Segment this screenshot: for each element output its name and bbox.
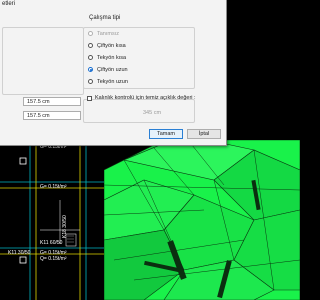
checkbox-label: Kalınlık kontrolü için temiz açıklık değ…: [95, 95, 196, 101]
radio-one-way-long[interactable]: Tekyön uzun: [88, 77, 128, 86]
cancel-button[interactable]: İptal: [187, 129, 221, 139]
dimension-input-1[interactable]: 157.5 cm: [23, 97, 81, 106]
column-label: K18 30/50: [62, 215, 68, 238]
3d-roof-model: [104, 140, 300, 300]
beam-label: K11 30/50: [8, 250, 31, 256]
floor-plan-viewport[interactable]: G= 0.15t/m² G= 0.15t/m² G= 0.15t/m² Q= 0…: [0, 140, 104, 300]
beam-label: K11 60/50: [40, 240, 63, 246]
thickness-check-option[interactable]: Kalınlık kontrolü için temiz açıklık değ…: [87, 95, 196, 101]
radio-two-way-short[interactable]: Çiftyön kısa: [88, 41, 126, 50]
plan-grid: [0, 140, 104, 300]
radio-label: Tanımsız: [97, 30, 120, 37]
dialog-title: etleri: [2, 1, 16, 7]
thickness-check-group: [83, 99, 195, 123]
radio-label: Çiftyön uzun: [97, 66, 128, 73]
ok-button[interactable]: Tamam: [149, 129, 183, 139]
radio-button[interactable]: [88, 55, 93, 60]
working-type-title: Çalışma tipi: [87, 15, 123, 21]
dimensions-group: [2, 27, 84, 95]
3d-model-viewport[interactable]: [104, 140, 300, 300]
radio-button[interactable]: [88, 79, 93, 84]
radio-label: Çiftyön kısa: [97, 42, 126, 49]
load-label: Q= 0.15t/m²: [40, 256, 67, 262]
radio-two-way-long[interactable]: Çiftyön uzun: [88, 65, 128, 74]
radio-label: Tekyön uzun: [97, 78, 128, 85]
radio-button: [88, 31, 93, 36]
load-label: G= 0.15t/m²: [40, 184, 67, 190]
clear-span-value: 345 cm: [143, 110, 162, 116]
checkbox[interactable]: [87, 95, 92, 101]
radio-button[interactable]: [88, 43, 93, 48]
radio-button-checked[interactable]: [88, 67, 93, 72]
radio-label: Tekyön kısa: [97, 54, 127, 61]
dimension-input-2[interactable]: 157.5 cm: [23, 111, 81, 120]
slab-properties-dialog: etleri 157.5 cm 157.5 cm Çalışma tipi Ta…: [0, 0, 227, 146]
radio-undefined: Tanımsız: [88, 29, 119, 38]
radio-one-way-short[interactable]: Tekyön kısa: [88, 53, 126, 62]
